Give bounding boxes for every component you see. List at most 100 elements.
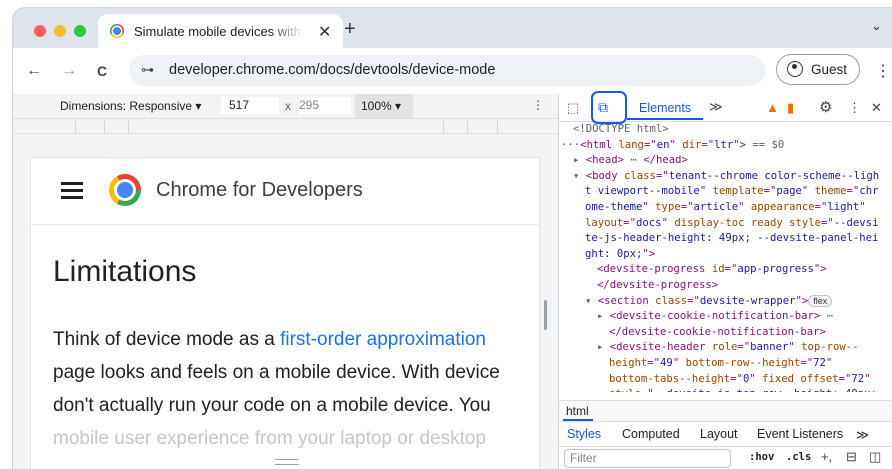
dom-tree-line[interactable]: ght: 0px;"> <box>585 247 655 263</box>
tab-styles[interactable]: Styles <box>567 427 601 441</box>
chrome-logo-icon[interactable] <box>109 174 141 206</box>
minimize-window-button[interactable] <box>54 25 66 37</box>
dimensions-dropdown[interactable]: Dimensions: Responsive ▾ <box>60 99 201 113</box>
issues-icon[interactable]: ▮ <box>787 100 794 116</box>
more-tabs-icon[interactable]: ≫ <box>709 99 723 115</box>
dom-token: <head> <box>585 154 625 167</box>
dom-token: " <box>672 357 686 369</box>
tab-event-listeners[interactable]: Event Listeners <box>757 427 843 441</box>
forward-arrow-icon[interactable]: → <box>61 62 77 80</box>
tab-close-icon[interactable]: ✕ <box>318 22 331 42</box>
dom-tree-line[interactable]: ▾ <section class="devsite-wrapper"> flex <box>585 294 833 310</box>
dom-tree-line[interactable]: bottom-tabs--height="0" fixed offset="72… <box>609 372 871 388</box>
guest-avatar-icon <box>787 61 803 77</box>
dom-token: ▸ <box>597 310 610 323</box>
maximize-window-button[interactable] <box>74 25 86 37</box>
browser-tab[interactable]: Simulate mobile devices with ✕ <box>98 14 343 48</box>
dom-tree-line[interactable]: style="--devsite-js-top-row--height: 49p… <box>609 387 877 392</box>
dom-token: " <box>825 357 833 369</box>
close-window-button[interactable] <box>34 25 46 37</box>
dom-token: =" <box>763 185 777 198</box>
ruler-tick <box>75 119 76 133</box>
dom-tree-line[interactable]: <!DOCTYPE html> <box>573 122 669 138</box>
browser-menu-icon[interactable]: ⋮ <box>875 61 891 81</box>
devtools-panel: ⬚ ⧉ Elements ≫ ▲ ▮ ⚙ ⋮ ✕ <!DOCTYPE html>… <box>559 91 892 469</box>
dom-token: chr <box>859 185 879 198</box>
dom-token: </devsite-progress> <box>597 279 719 291</box>
site-brand[interactable]: Chrome for Developers <box>156 179 363 202</box>
zoom-dropdown[interactable]: 100% ▾ <box>355 94 413 118</box>
dom-token: t viewport--mobile <box>585 185 700 198</box>
dom-tree-line[interactable]: t viewport--mobile" template="page" them… <box>585 184 878 200</box>
media-query-ruler[interactable] <box>13 119 558 134</box>
dom-token: =" <box>838 372 852 385</box>
dom-token: =" <box>641 388 654 392</box>
dom-tree-line[interactable]: </devsite-progress> <box>597 278 718 294</box>
dom-token: ome-theme <box>585 201 643 213</box>
body-paragraph: Think of device mode as a first-order ap… <box>53 323 539 455</box>
viewport-width-input[interactable]: 517 <box>221 97 279 114</box>
inspect-element-icon[interactable]: ⬚ <box>567 100 579 116</box>
site-info-icon[interactable]: ⊶ <box>141 62 154 78</box>
dom-token: appearance <box>750 201 815 213</box>
new-style-rule-icon[interactable]: +, <box>821 449 832 464</box>
styles-filter-input[interactable]: Filter <box>564 449 731 468</box>
dom-tree-line[interactable]: ome-theme" type="article" appearance="li… <box>585 200 866 216</box>
dom-tree-line[interactable]: ▾ <body class="tenant--chrome color-sche… <box>573 169 879 185</box>
warning-icon[interactable]: ▲ <box>766 100 779 115</box>
dom-token: 49 <box>660 357 673 369</box>
breadcrumb: html <box>559 400 892 421</box>
tab-computed[interactable]: Computed <box>622 427 680 441</box>
device-toolbar-toggle-icon[interactable]: ⧉ <box>598 99 608 116</box>
dom-tree[interactable]: <!DOCTYPE html> ···<html lang="en" dir="l… <box>559 122 892 392</box>
tab-search-chevron-icon[interactable]: ⌄ <box>871 18 882 34</box>
device-toolbar: Dimensions: Responsive ▾ 517 x 295 100% … <box>13 94 558 119</box>
dom-tree-line[interactable]: height="49" bottom-row--height="72" <box>609 356 832 372</box>
dom-tree-line[interactable]: ▸ <devsite-header role="banner" top-row-… <box>597 340 859 356</box>
dom-token: 72 <box>813 357 826 369</box>
dom-token: <!DOCTYPE html> <box>573 123 669 135</box>
tab-layout[interactable]: Layout <box>700 427 738 441</box>
settings-gear-icon[interactable]: ⚙ <box>819 98 832 116</box>
hover-state-toggle[interactable]: :hov <box>749 451 774 463</box>
dom-tree-line[interactable]: ▸ <head> ⋯ </head> <box>573 153 688 169</box>
device-toolbar-more-icon[interactable]: ⋮ <box>532 98 544 112</box>
viewport-bottom-resize-handle[interactable] <box>275 459 299 465</box>
computed-styles-toggle-icon[interactable]: ⊟ <box>846 449 857 465</box>
dom-tree-line[interactable]: ▸ <devsite-cookie-notification-bar> ⋯ <box>597 309 833 325</box>
dom-tree-line[interactable]: ···<html lang="en" dir="ltr"> == $0 <box>561 138 784 154</box>
dom-token: id <box>711 263 725 276</box>
dom-tree-line[interactable]: </devsite-cookie-notification-bar> <box>609 325 826 341</box>
tab-elements[interactable]: Elements <box>639 101 691 115</box>
hamburger-menu-icon[interactable] <box>61 182 83 203</box>
reload-icon[interactable]: C <box>97 63 107 79</box>
address-bar[interactable]: ⊶ developer.chrome.com/docs/devtools/dev… <box>129 55 765 86</box>
more-style-tabs-icon[interactable]: ≫ <box>856 427 869 442</box>
dom-token: =" <box>655 169 669 182</box>
device-toolbar-toggle-highlight <box>591 91 627 124</box>
flex-badge[interactable]: flex <box>808 294 833 307</box>
para-line-3: don't actually run your code on a mobile… <box>53 395 491 416</box>
viewport-resize-handle[interactable] <box>544 300 547 330</box>
dom-token: =" <box>623 216 637 229</box>
profile-label: Guest <box>811 62 848 77</box>
class-toggle[interactable]: .cls <box>786 451 811 463</box>
site-header: Chrome for Developers <box>31 158 539 225</box>
profile-button[interactable]: Guest <box>776 54 860 85</box>
dom-tree-line[interactable]: te-js-header-height: 49px; --devsite-pan… <box>585 231 878 247</box>
dom-token: docs <box>636 216 662 229</box>
viewport-height-input[interactable]: 295 <box>299 97 351 114</box>
breadcrumb-html[interactable]: html <box>566 404 589 418</box>
dom-tree-line[interactable]: layout="docs" display-toc ready style="-… <box>585 216 878 232</box>
sidebar-toggle-icon[interactable]: ◫ <box>869 449 881 465</box>
back-arrow-icon[interactable]: ← <box>26 62 42 80</box>
first-order-approximation-link[interactable]: first-order approximation <box>280 329 486 350</box>
dom-token: app-progress <box>737 263 814 276</box>
devtools-menu-icon[interactable]: ⋮ <box>848 100 861 116</box>
para-line-4: mobile user experience from your laptop … <box>53 428 487 449</box>
browser-window: Simulate mobile devices with ✕ + ⌄ ← → C… <box>13 8 892 469</box>
devtools-close-icon[interactable]: ✕ <box>871 100 882 116</box>
dom-token: ▾ <box>573 169 586 182</box>
dom-tree-line[interactable]: <devsite-progress id="app-progress"> <box>597 262 827 278</box>
new-tab-button[interactable]: + <box>344 18 356 41</box>
